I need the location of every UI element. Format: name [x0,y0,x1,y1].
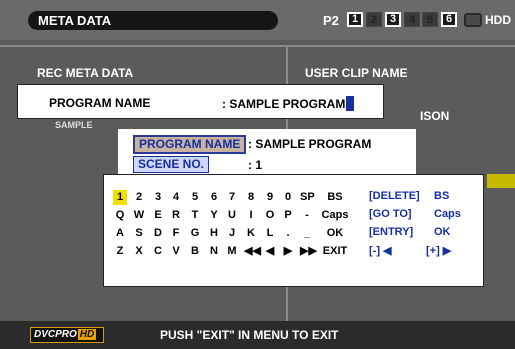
key-2-9[interactable]: . [281,226,295,241]
key-1-1[interactable]: W [132,208,146,223]
field-scene-no[interactable]: SCENE NO. [133,156,210,173]
key-2-8[interactable]: L [263,226,277,241]
help-action: OK [434,226,451,238]
key-1-3[interactable]: R [169,208,183,223]
key-0-10[interactable]: SP [300,190,315,205]
key-0-0[interactable]: 1 [113,190,127,205]
key-1-11[interactable]: Caps [320,208,350,223]
help-key: [-] ◀ [369,245,392,257]
help-action: BS [434,190,450,202]
dvcpro-hd-logo: DVCPRO HD [30,327,104,343]
card-slot-4: 4 [404,12,420,27]
key-3-3[interactable]: V [169,244,183,259]
key-2-10[interactable]: _ [300,226,314,241]
media-label: P2 [323,13,339,28]
background-text: SAMPLE [55,120,93,130]
card-slot-2: 2 [366,12,382,27]
selection-indicator [487,174,515,188]
key-2-3[interactable]: F [169,226,183,241]
card-slot-5: 5 [422,12,438,27]
card-slot-1: 1 [347,12,363,27]
key-0-9[interactable]: 0 [281,190,295,205]
key-3-9[interactable]: ▶ [281,244,295,259]
key-2-2[interactable]: D [151,226,165,241]
help-action: Caps [434,208,461,220]
key-0-3[interactable]: 4 [169,190,183,205]
key-1-7[interactable]: I [244,208,258,223]
key-0-11[interactable]: BS [320,190,350,205]
key-0-5[interactable]: 6 [207,190,221,205]
key-0-1[interactable]: 2 [132,190,146,205]
help-key: [GO TO] [369,208,412,220]
bottom-bar: DVCPRO HD PUSH "EXIT" IN MENU TO EXIT [0,321,515,349]
key-2-11[interactable]: OK [320,226,350,241]
input-value: : SAMPLE PROGRAM [222,97,346,111]
key-3-5[interactable]: N [207,244,221,259]
key-3-8[interactable]: ◀ [263,244,277,259]
key-2-4[interactable]: G [188,226,202,241]
key-1-10[interactable]: - [300,208,314,223]
help-key: [DELETE] [369,190,420,202]
key-1-6[interactable]: U [225,208,239,223]
key-2-6[interactable]: J [225,226,239,241]
key-0-4[interactable]: 5 [188,190,202,205]
key-0-6[interactable]: 7 [225,190,239,205]
hdd-label: HDD [485,13,511,27]
help-action: [+] ▶ [426,245,452,257]
key-1-5[interactable]: Y [207,208,221,223]
key-2-0[interactable]: A [113,226,127,241]
key-1-4[interactable]: T [188,208,202,223]
key-0-7[interactable]: 8 [244,190,258,205]
background-text: ISON [420,109,450,123]
metadata-field-list: PROGRAM NAME : SAMPLE PROGRAM SCENE NO. … [118,129,416,174]
program-name-input[interactable]: : SAMPLE PROGRAM [222,96,355,111]
key-2-1[interactable]: S [132,226,146,241]
key-1-9[interactable]: P [281,208,295,223]
key-1-0[interactable]: Q [113,208,127,223]
key-3-11[interactable]: EXIT [320,244,350,259]
key-3-10[interactable]: ▶▶ [300,244,317,259]
top-bar: META DATA P2 1 2 3 4 5 6 HDD [0,0,515,40]
key-3-2[interactable]: C [151,244,165,259]
field-value: : 1 [248,158,263,172]
key-3-4[interactable]: B [188,244,202,259]
rec-meta-data-heading: REC META DATA [37,66,134,80]
dialog-label: PROGRAM NAME [49,96,151,110]
help-key: [ENTRY] [369,226,414,238]
key-3-7[interactable]: ◀◀ [244,244,261,259]
divider [0,45,515,47]
card-slot-3: 3 [385,12,401,27]
screen-title: META DATA [28,11,278,30]
key-3-1[interactable]: X [132,244,146,259]
text-cursor [346,96,355,111]
key-1-8[interactable]: O [263,208,277,223]
field-program-name[interactable]: PROGRAM NAME [133,135,247,154]
key-1-2[interactable]: E [151,208,165,223]
hdd-icon [464,13,482,27]
software-keyboard: 1 2 3 4 5 6 7 8 9 0 SP BS Q W E R T Y U I O P - Caps A S D F G H J K L. _… [103,174,484,287]
key-0-8[interactable]: 9 [263,190,277,205]
program-name-dialog: PROGRAM NAME : SAMPLE PROGRAM [17,84,384,119]
key-3-6[interactable]: M [225,244,239,259]
key-2-5[interactable]: H [207,226,221,241]
field-value: : SAMPLE PROGRAM [248,137,372,151]
exit-instruction: PUSH "EXIT" IN MENU TO EXIT [160,328,339,342]
user-clip-name-heading: USER CLIP NAME [305,66,408,80]
card-slot-6: 6 [441,12,457,27]
key-0-2[interactable]: 3 [151,190,165,205]
key-3-0[interactable]: Z [113,244,127,259]
key-2-7[interactable]: K [244,226,258,241]
